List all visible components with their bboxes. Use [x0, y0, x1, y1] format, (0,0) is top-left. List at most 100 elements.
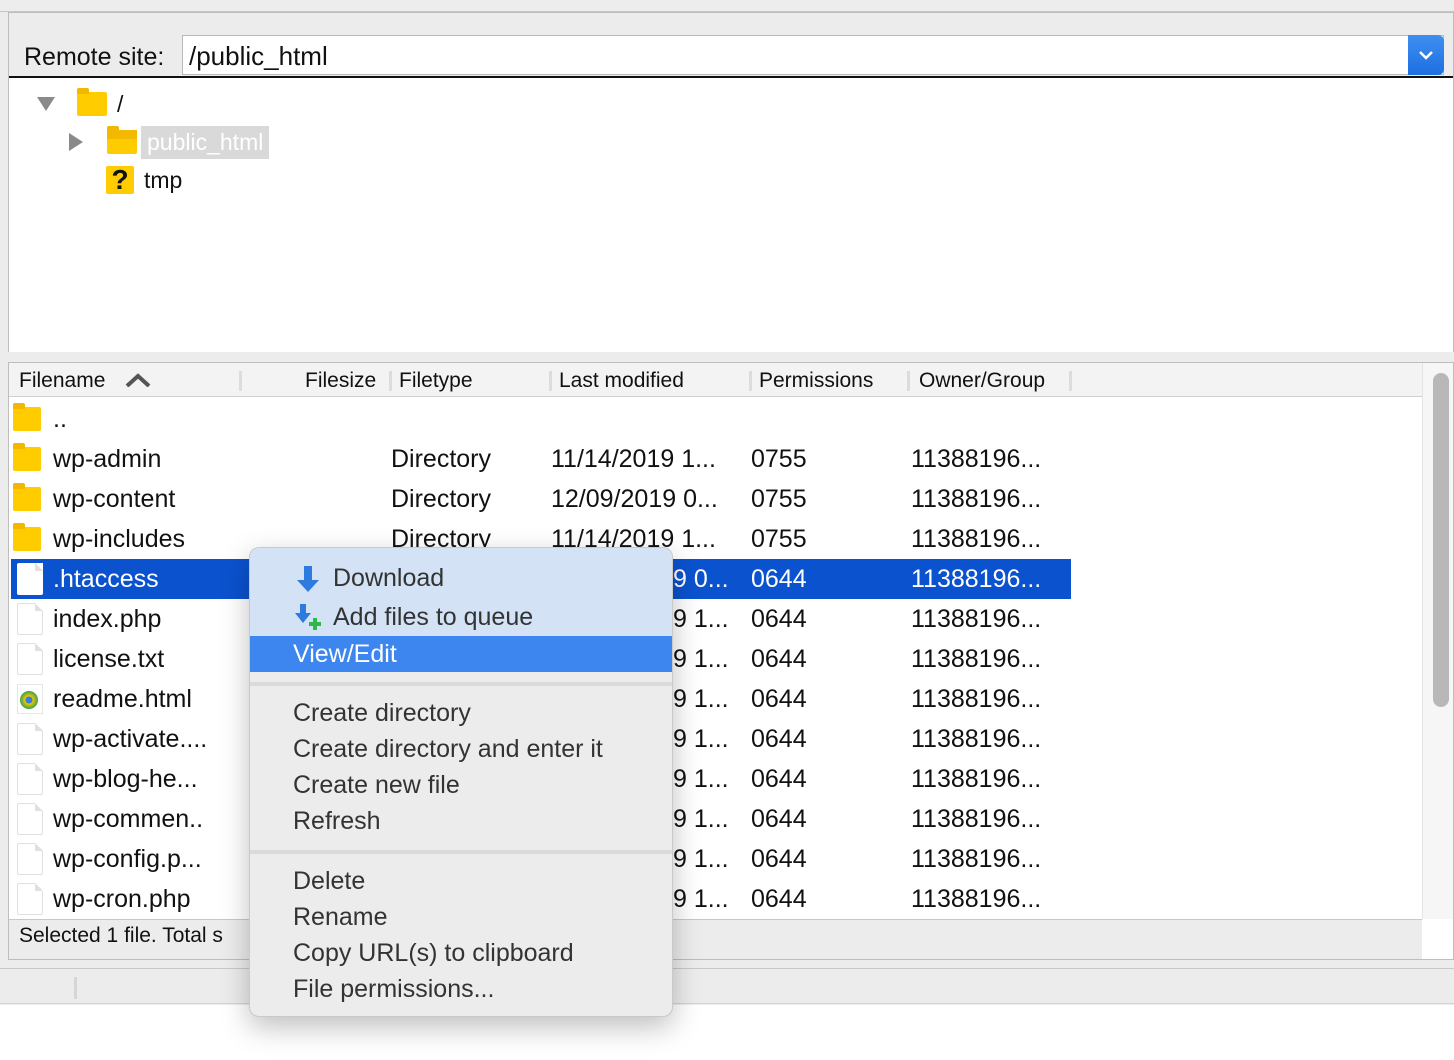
- file-name: .htaccess: [53, 565, 159, 593]
- column-separator[interactable]: [549, 371, 552, 391]
- file-last-modified: 11/14/2019 1...: [551, 445, 716, 473]
- column-last-modified[interactable]: Last modified: [559, 369, 684, 393]
- menu-item-view-edit[interactable]: View/Edit: [250, 636, 672, 672]
- scrollbar-thumb[interactable]: [1433, 373, 1449, 707]
- html-file-icon: [17, 684, 43, 714]
- file-name: readme.html: [53, 685, 192, 713]
- unknown-folder-icon: ?: [106, 166, 134, 194]
- column-permissions[interactable]: Permissions: [759, 369, 873, 393]
- collapse-triangle-icon[interactable]: [37, 97, 55, 111]
- remote-site-panel: Remote site: /public_html / public_html …: [8, 12, 1454, 352]
- file-name: index.php: [53, 605, 162, 633]
- file-row[interactable]: wp-admin Directory 11/14/2019 1... 0755 1138…: [11, 439, 1071, 479]
- tree-item-label: /: [117, 90, 124, 117]
- menu-item-rename[interactable]: Rename: [250, 899, 672, 935]
- file-owner-group: 11388196...: [911, 485, 1042, 513]
- file-icon: [17, 643, 43, 675]
- file-permissions: 0644: [751, 565, 807, 593]
- file-owner-group: 11388196...: [911, 565, 1042, 593]
- menu-item-create-directory[interactable]: Create directory: [250, 695, 672, 731]
- column-owner-group[interactable]: Owner/Group: [919, 369, 1045, 393]
- file-permissions: 0644: [751, 605, 807, 633]
- folder-icon: [13, 403, 41, 431]
- column-separator[interactable]: [749, 371, 752, 391]
- file-name: wp-includes: [53, 525, 186, 553]
- remote-site-path-input[interactable]: /public_html: [182, 35, 1444, 75]
- column-separator[interactable]: [239, 371, 242, 391]
- column-filetype[interactable]: Filetype: [399, 369, 473, 393]
- file-icon: [17, 603, 43, 635]
- file-last-modified: 12/09/2019 0...: [551, 485, 718, 513]
- file-last-modified: 9 1...: [673, 685, 729, 713]
- file-owner-group: 11388196...: [911, 885, 1042, 913]
- file-permissions: 0755: [751, 525, 807, 553]
- download-icon: [297, 566, 319, 592]
- file-permissions: 0644: [751, 725, 807, 753]
- file-permissions: 0755: [751, 485, 807, 513]
- menu-item-add-files-to-queue[interactable]: Add files to queue: [250, 599, 672, 635]
- remote-directory-tree: / public_html ? tmp: [9, 76, 1453, 352]
- column-separator[interactable]: [389, 371, 392, 391]
- folder-icon: [77, 88, 107, 116]
- chevron-down-icon: [1419, 51, 1433, 60]
- file-last-modified: 9 1...: [673, 765, 729, 793]
- file-last-modified: 9 1...: [673, 605, 729, 633]
- folder-open-icon: [107, 126, 137, 154]
- file-icon: [17, 563, 43, 595]
- top-divider: [0, 0, 1454, 12]
- filezilla-window: Remote site: /public_html / public_html …: [0, 0, 1454, 1060]
- file-rows: .. wp-admin Directory 11/14/2019 1... 0755 11…: [9, 399, 1422, 919]
- tree-item-public-html[interactable]: public_html: [69, 124, 270, 160]
- remote-site-bar: Remote site: /public_html: [9, 23, 1453, 77]
- menu-item-refresh[interactable]: Refresh: [250, 803, 672, 839]
- file-owner-group: 11388196...: [911, 845, 1042, 873]
- transfer-queue-area: [0, 1005, 1454, 1060]
- menu-item-label: Download: [333, 564, 445, 592]
- file-name: wp-content: [53, 485, 176, 513]
- file-icon: [17, 803, 43, 835]
- menu-item-label: Add files to queue: [333, 603, 534, 631]
- tree-item-label: tmp: [144, 166, 183, 193]
- vertical-scrollbar[interactable]: [1422, 363, 1453, 919]
- column-filesize[interactable]: Filesize: [305, 369, 376, 393]
- remote-site-dropdown-button[interactable]: [1408, 35, 1444, 75]
- file-row[interactable]: wp-content Directory 12/09/2019 0... 0755 11…: [11, 479, 1071, 519]
- file-permissions: 0644: [751, 805, 807, 833]
- file-name: wp-config.p...: [53, 845, 202, 873]
- file-owner-group: 11388196...: [911, 805, 1042, 833]
- sort-ascending-icon[interactable]: [125, 373, 151, 387]
- tree-item-root[interactable]: /: [37, 86, 123, 122]
- file-last-modified: 9 1...: [673, 725, 729, 753]
- file-owner-group: 11388196...: [911, 725, 1042, 753]
- file-owner-group: 11388196...: [911, 645, 1042, 673]
- file-permissions: 0644: [751, 685, 807, 713]
- file-last-modified: 9 1...: [673, 845, 729, 873]
- file-name: wp-admin: [53, 445, 162, 473]
- file-permissions: 0644: [751, 845, 807, 873]
- menu-item-copy-url[interactable]: Copy URL(s) to clipboard: [250, 935, 672, 971]
- column-filename[interactable]: Filename: [19, 369, 105, 393]
- menu-item-file-permissions[interactable]: File permissions...: [250, 971, 672, 1007]
- tree-item-tmp[interactable]: ? tmp: [106, 162, 182, 198]
- file-list-header: Filename Filesize Filetype Last modified…: [9, 363, 1422, 397]
- expand-triangle-icon[interactable]: [69, 133, 83, 151]
- file-type: Directory: [391, 485, 492, 513]
- file-permissions: 0644: [751, 645, 807, 673]
- folder-icon: [13, 523, 41, 551]
- menu-item-download[interactable]: Download: [250, 560, 672, 596]
- context-menu: Download Add files to queue View/Edit Cr…: [249, 547, 673, 1017]
- status-bar: Selected 1 file. Total s: [9, 919, 1422, 959]
- menu-item-create-directory-and-enter[interactable]: Create directory and enter it: [250, 731, 672, 767]
- menu-item-create-new-file[interactable]: Create new file: [250, 767, 672, 803]
- file-owner-group: 11388196...: [911, 605, 1042, 633]
- menu-item-delete[interactable]: Delete: [250, 863, 672, 899]
- column-separator[interactable]: [907, 371, 910, 391]
- file-row[interactable]: ..: [11, 399, 1071, 439]
- file-name: ..: [53, 405, 67, 433]
- file-icon: [17, 883, 43, 915]
- column-separator[interactable]: [1069, 371, 1072, 391]
- file-name: wp-activate....: [53, 725, 208, 753]
- menu-separator: [250, 850, 672, 854]
- file-permissions: 0644: [751, 765, 807, 793]
- transfer-queue-bar: [0, 968, 1454, 1004]
